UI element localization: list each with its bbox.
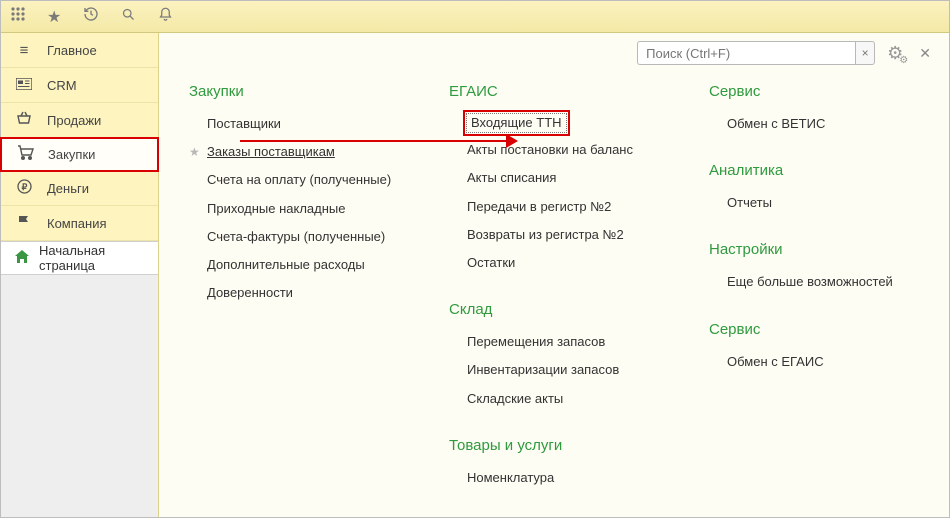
menu-link[interactable]: Дополнительные расходы	[189, 251, 409, 279]
menu-link[interactable]: Номенклатура	[449, 464, 669, 492]
sidebar-item-label: Главное	[47, 43, 97, 58]
menu-link[interactable]: Остатки	[449, 249, 669, 277]
sidebar-item-crm[interactable]: CRM	[1, 68, 158, 103]
card-icon	[15, 77, 33, 94]
section-title[interactable]: Аналитика	[709, 162, 929, 179]
close-icon[interactable]: ✕	[915, 45, 935, 62]
menu-link[interactable]: Счета-фактуры (полученные)	[189, 223, 409, 251]
menu-link[interactable]: Акты списания	[449, 164, 669, 192]
history-icon[interactable]	[83, 6, 99, 27]
content-columns: Закупки Поставщики Заказы поставщикам Сч…	[189, 83, 929, 492]
menu-link[interactable]: Акты постановки на баланс	[449, 136, 669, 164]
menu-link[interactable]: Заказы поставщикам	[189, 138, 409, 166]
menu-link[interactable]: Поставщики	[189, 110, 409, 138]
menu-link[interactable]: Обмен с ВЕТИС	[709, 110, 929, 138]
sidebar-item-label: Продажи	[47, 113, 101, 128]
home-icon	[15, 250, 29, 266]
bell-icon[interactable]	[158, 7, 173, 27]
menu-link[interactable]: Возвраты из регистра №2	[449, 221, 669, 249]
menu-link[interactable]: Перемещения запасов	[449, 328, 669, 356]
column-3: Сервис Обмен с ВЕТИС Аналитика Отчеты На…	[709, 83, 929, 492]
start-page-tab[interactable]: Начальная страница	[1, 241, 158, 275]
search-icon[interactable]	[121, 7, 136, 27]
sidebar-item-main[interactable]: ≡ Главное	[1, 33, 158, 68]
sidebar-item-money[interactable]: ₽ Деньги	[1, 171, 158, 206]
sidebar-empty	[1, 275, 158, 517]
start-page-label: Начальная страница	[39, 243, 144, 273]
star-icon[interactable]: ★	[47, 7, 61, 27]
section-title[interactable]: Товары и услуги	[449, 437, 669, 454]
basket-icon	[15, 111, 33, 129]
menu-link[interactable]: Отчеты	[709, 189, 929, 217]
ruble-icon: ₽	[15, 179, 33, 198]
sidebar: ≡ Главное CRM Продажи Закупки ₽ Деньги	[1, 33, 159, 517]
section-title[interactable]: ЕГАИС	[449, 83, 669, 100]
menu-icon: ≡	[15, 42, 33, 59]
sidebar-item-sales[interactable]: Продажи	[1, 103, 158, 138]
column-1: Закупки Поставщики Заказы поставщикам Сч…	[189, 83, 409, 492]
menu-link[interactable]: Доверенности	[189, 279, 409, 307]
section-title[interactable]: Сервис	[709, 83, 929, 100]
menu-link[interactable]: Счета на оплату (полученные)	[189, 166, 409, 194]
search-bar: × ⚙⚙ ✕	[637, 41, 935, 65]
apps-icon[interactable]	[11, 7, 25, 26]
topbar: ★	[1, 1, 949, 33]
sidebar-item-purchases[interactable]: Закупки	[0, 137, 159, 172]
cart-icon	[16, 145, 34, 164]
search-input[interactable]	[637, 41, 855, 65]
column-2: ЕГАИС Входящие ТТН Акты постановки на ба…	[449, 83, 669, 492]
section-title[interactable]: Сервис	[709, 321, 929, 338]
sidebar-item-label: Компания	[47, 216, 107, 231]
section-title[interactable]: Настройки	[709, 241, 929, 258]
sidebar-item-company[interactable]: Компания	[1, 206, 158, 241]
section-title[interactable]: Склад	[449, 301, 669, 318]
sidebar-item-label: CRM	[47, 78, 77, 93]
main-panel: × ⚙⚙ ✕ Закупки Поставщики Заказы поставщ…	[159, 33, 949, 517]
section-title[interactable]: Закупки	[189, 83, 409, 100]
gear-icon[interactable]: ⚙⚙	[887, 43, 903, 64]
menu-link[interactable]: Передачи в регистр №2	[449, 193, 669, 221]
menu-link[interactable]: Еще больше возможностей	[709, 268, 929, 296]
sidebar-item-label: Деньги	[47, 181, 89, 196]
menu-link[interactable]: Приходные накладные	[189, 195, 409, 223]
menu-link-highlighted[interactable]: Входящие ТТН	[463, 110, 570, 136]
sidebar-item-label: Закупки	[48, 147, 95, 162]
menu-link[interactable]: Складские акты	[449, 385, 669, 413]
flag-icon	[15, 214, 33, 233]
menu-link[interactable]: Обмен с ЕГАИС	[709, 348, 929, 376]
svg-text:₽: ₽	[21, 182, 27, 192]
menu-link[interactable]: Инвентаризации запасов	[449, 356, 669, 384]
clear-search-button[interactable]: ×	[855, 41, 875, 65]
